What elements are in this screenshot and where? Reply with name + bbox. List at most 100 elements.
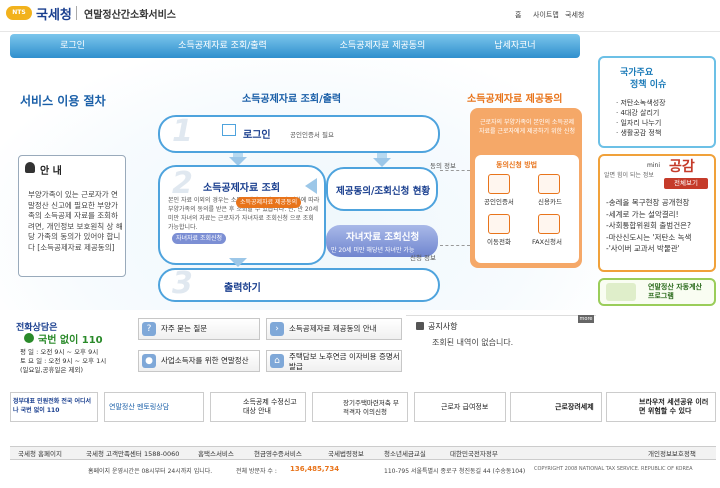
footer-link[interactable]: 청소년세금교실 xyxy=(384,448,426,458)
mobile-phone-icon[interactable] xyxy=(488,214,510,234)
list-item[interactable]: -사회통합위원회 출범건은? xyxy=(606,220,691,232)
more-button[interactable]: more xyxy=(578,315,594,323)
gonggam-sub: 알면 힘이 되는 정보 xyxy=(604,172,654,179)
credit-card-icon[interactable] xyxy=(538,174,560,194)
footer-link[interactable]: 개인정보보호정책 xyxy=(648,448,696,458)
consent-method-panel xyxy=(475,155,579,263)
fax-icon[interactable] xyxy=(538,214,560,234)
step-3-number: 3 xyxy=(172,266,193,301)
view-all-button[interactable]: 전체보기 xyxy=(664,178,708,189)
list-item[interactable]: -송레올 복구현장 공개현장 xyxy=(606,197,691,209)
person-icon: ● xyxy=(142,354,156,368)
child-apply-label: 자녀자료 조회신청 xyxy=(346,232,420,243)
counsel-hours: 평 일 : 오전 9시 ~ 오후 9시 토 요 일 : 오전 9시 ~ 오후 1시… xyxy=(20,348,107,374)
apply-info-label: 신청 정보 xyxy=(410,254,436,262)
nts-logo-icon[interactable]: NTS xyxy=(6,6,32,20)
banner-salary[interactable]: 근로자 급여정보 xyxy=(414,392,506,422)
list-item[interactable]: · 저탄소녹색성장 xyxy=(616,98,666,108)
nav-consent[interactable]: 소득공제자료 제공동의 xyxy=(320,34,445,58)
method-card-label: 신용카드 xyxy=(538,198,562,206)
notice-empty-text: 조회된 내역이 없습니다. xyxy=(432,338,514,347)
step-login-label: 로그인 xyxy=(243,130,271,141)
footer-address: 110-795 서울특별시 종로구 청진동길 44 (수송동104) xyxy=(384,468,526,475)
list-item[interactable]: -마산신도시는 '저탄소 녹색 xyxy=(606,232,691,244)
policy-issue-list: · 저탄소녹색성장 · 4대강 살리기 · 일자리 나누기 · 생활공감 정책 xyxy=(616,98,666,138)
certificate-icon[interactable] xyxy=(488,174,510,194)
banner-housing[interactable]: 장기주택마련저축 부적격자 이의신청 xyxy=(312,392,408,422)
consent-status-label: 제공동의/조회신청 현황 xyxy=(336,186,431,197)
notice-body: 부양가족이 있는 근로자가 연말정산 신고에 필요한 부양가족의 소득공제 자료… xyxy=(28,190,123,252)
phone-icon xyxy=(24,333,34,343)
footer-link[interactable]: 대한민국전자정부 xyxy=(450,448,498,458)
nav-login[interactable]: 로그인 xyxy=(20,34,125,58)
consent-pill[interactable]: 소득공제자료 제공동의 xyxy=(236,197,302,208)
login-icon xyxy=(222,124,236,136)
footer-link[interactable]: 국세법령정보 xyxy=(328,448,364,458)
procedure-title: 서비스 이용 절차 xyxy=(20,94,106,108)
gonggam-list: -송레올 복구현장 공개현장 -세계로 가는 설악결리! -사회통합위원회 출범… xyxy=(606,197,691,255)
method-certificate-label: 공인인증서 xyxy=(484,198,514,206)
banner-correction[interactable]: 소득공제 수정신고 대상 안내 xyxy=(210,392,306,422)
list-item[interactable]: · 일자리 나누기 xyxy=(616,118,666,128)
footer-visitors-label: 전체 방문자 수 : xyxy=(236,468,277,475)
list-item[interactable]: · 생활공감 정책 xyxy=(616,128,666,138)
logo-divider xyxy=(76,6,77,20)
step-print-box[interactable] xyxy=(158,268,440,302)
list-item[interactable]: -'사이버 교과서 박물관' xyxy=(606,243,691,255)
step-print-label: 출력하기 xyxy=(224,283,261,294)
footer-visitors-count: 136,485,734 xyxy=(290,465,340,473)
home-link[interactable]: 홈 xyxy=(515,10,521,20)
counsel-number: 국번 없이 110 xyxy=(38,335,103,346)
service-title: 연말정산간소화서비스 xyxy=(84,10,176,21)
method-title: 동의신청 방법 xyxy=(496,161,538,169)
footer-link[interactable]: 현금영수증서비스 xyxy=(254,448,302,458)
consent-title: 소득공제자료 제공동의 xyxy=(467,94,563,105)
list-item[interactable]: · 4대강 살리기 xyxy=(616,108,666,118)
gonggam-mini: mini xyxy=(647,162,660,169)
step-inquiry-label: 소득공제자료 조회 xyxy=(203,183,281,194)
nav-taxpayer[interactable]: 납세자코너 xyxy=(470,34,560,58)
question-icon: ? xyxy=(142,322,156,336)
banner-eitc[interactable]: 근로장려세제 xyxy=(510,392,602,422)
footer-hours: 홈페이지 운영시간은 08시부터 24시까지 입니다. xyxy=(88,468,213,475)
nts-link[interactable]: 국세청 xyxy=(565,10,584,20)
notice-icon xyxy=(416,322,424,330)
sitemap-link[interactable]: 사이트맵 xyxy=(533,10,559,20)
footer-link[interactable]: 국세청 홈페이지 xyxy=(18,448,62,458)
banner-browser[interactable]: 브라우저 세션공유 이러면 위험할 수 있다 xyxy=(606,392,716,422)
logo-text[interactable]: 국세청 xyxy=(36,4,72,23)
dashed-connector xyxy=(440,170,470,171)
pension-cert-button[interactable]: 주택담보 노후연금 이자비용 증명서 발급 xyxy=(266,350,402,372)
down-arrow-icon xyxy=(373,158,391,167)
arrow-right-icon: › xyxy=(270,322,284,336)
footer-link[interactable]: 홈택스서비스 xyxy=(198,448,234,458)
notice-board-title: 공지사항 xyxy=(428,322,458,331)
computer-icon xyxy=(606,283,636,301)
gonggam-logo: 공감 xyxy=(669,159,695,175)
banner-mentoring[interactable]: 연말정산 멘토링상담 xyxy=(104,392,204,422)
notice-heading: 안 내 xyxy=(40,166,62,177)
inquiry-title: 소득공제자료 조회/출력 xyxy=(242,94,342,105)
child-apply-sub: 만 20세 미만 해당년 자녀만 가능 xyxy=(331,247,415,254)
child-apply-pill[interactable]: 자녀자료 조회신청 xyxy=(172,233,227,244)
left-arrow-icon xyxy=(305,178,317,194)
down-arrow-icon xyxy=(229,258,247,267)
dashed-connector xyxy=(440,245,470,246)
footer-link[interactable]: 국세청 고객만족센터 1588-0060 xyxy=(86,448,179,458)
faq-button[interactable]: 자주 묻는 질문 xyxy=(138,318,260,340)
consent-info-label: 동의 정보 xyxy=(430,162,456,170)
house-icon: ⌂ xyxy=(270,354,284,368)
person-icon xyxy=(25,162,35,173)
method-fax-label: FAX신청서 xyxy=(532,238,562,246)
step-1-number: 1 xyxy=(172,114,193,149)
auto-calc-label: 연말정산 자동계산 프로그램 xyxy=(648,283,702,300)
consent-panel-text: 근로자의 부양가족이 본인의 소득공제자료를 근로자에게 제공하기 위한 신청 xyxy=(479,119,575,135)
consent-guide-button[interactable]: 소득공제자료 제공동의 안내 xyxy=(266,318,402,340)
business-income-button[interactable]: 사업소득자를 위한 연말정산 xyxy=(138,350,260,372)
method-phone-label: 이동전화 xyxy=(487,238,511,246)
nav-inquiry[interactable]: 소득공제자료 조회/출력 xyxy=(160,34,285,58)
policy-issue-title: 국가주요 정책 이슈 xyxy=(620,68,667,90)
list-item[interactable]: -세계로 가는 설악결리! xyxy=(606,209,691,221)
banner-110[interactable]: 정부대표 민원전화 전국 어디서나 국번 없이 110 xyxy=(10,392,98,422)
footer-copyright: COPYRIGHT 2008 NATIONAL TAX SERVICE. REP… xyxy=(534,466,693,472)
